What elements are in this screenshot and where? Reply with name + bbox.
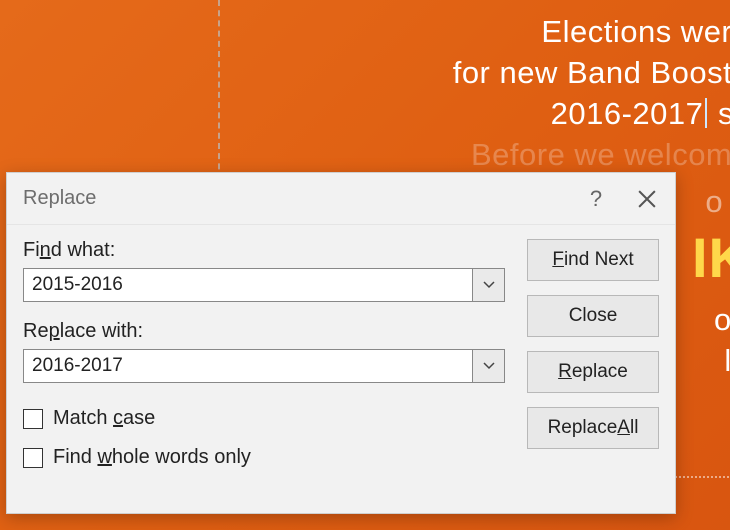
dialog-title: Replace [23,187,573,210]
chevron-down-icon [483,362,495,370]
dialog-titlebar: Replace ? [7,173,675,225]
chevron-down-icon [483,281,495,289]
find-label-pre: Fi [23,239,40,261]
replace-ul: R [558,361,572,383]
text-cursor [705,98,707,128]
find-what-combo [23,268,505,302]
match-case-label[interactable]: Match case [53,407,155,430]
close-dialog-button[interactable]: Close [527,295,659,337]
replace-with-label: Replace with: [23,320,505,343]
find-label-post: d what: [51,239,115,261]
help-button[interactable]: ? [573,186,619,212]
replace-all-ul: A [617,417,630,439]
dialog-left-column: Find what: Replace with: [23,239,505,497]
slide-year-text: 2016-2017 [551,96,704,131]
dialog-body: Find what: Replace with: [7,225,675,513]
replace-dialog: Replace ? Find what: Replace with: [6,172,676,514]
find-what-dropdown-button[interactable] [473,268,505,302]
find-what-label: Find what: [23,239,505,262]
replace-with-combo [23,349,505,383]
replace-post: eplace [572,361,628,383]
slide-line-3-tail: sc [709,96,730,131]
replace-all-pre: Replace [548,417,618,439]
replace-button[interactable]: Replace [527,351,659,393]
whole-words-row: Find whole words only [23,446,505,469]
close-dialog-text: Close [569,305,618,327]
match-case-row: Match case [23,407,505,430]
replace-all-post: ll [630,417,638,439]
match-case-post: ase [123,407,155,429]
slide-line-2: for new Band Booste [230,53,730,94]
replace-all-button[interactable]: Replace All [527,407,659,449]
replace-with-dropdown-button[interactable] [473,349,505,383]
find-next-button[interactable]: Find Next [527,239,659,281]
replace-with-input[interactable] [23,349,473,383]
find-next-ul: F [552,249,564,271]
slide-line-3: 2016-2017 sc [230,94,730,135]
find-label-ul: n [40,239,51,261]
find-next-post: ind Next [564,249,634,271]
guide-vertical [218,0,220,200]
close-icon [638,190,656,208]
whole-words-checkbox[interactable] [23,448,43,468]
whole-words-label[interactable]: Find whole words only [53,446,251,469]
slide-line-1: Elections were [230,12,730,53]
replace-label-pre: Re [23,320,49,342]
match-case-ul: c [113,407,123,429]
whole-words-post: hole words only [112,446,251,468]
replace-label-ul: p [49,320,60,342]
match-case-checkbox[interactable] [23,409,43,429]
whole-words-ul: w [97,446,111,468]
whole-words-pre: Find [53,446,97,468]
slide-line-4: Before we welcome [230,135,730,176]
dialog-button-column: Find Next Close Replace Replace All [527,239,659,497]
close-button[interactable] [619,173,675,225]
match-case-pre: Match [53,407,113,429]
find-what-input[interactable] [23,268,473,302]
replace-label-post: lace with: [60,320,143,342]
